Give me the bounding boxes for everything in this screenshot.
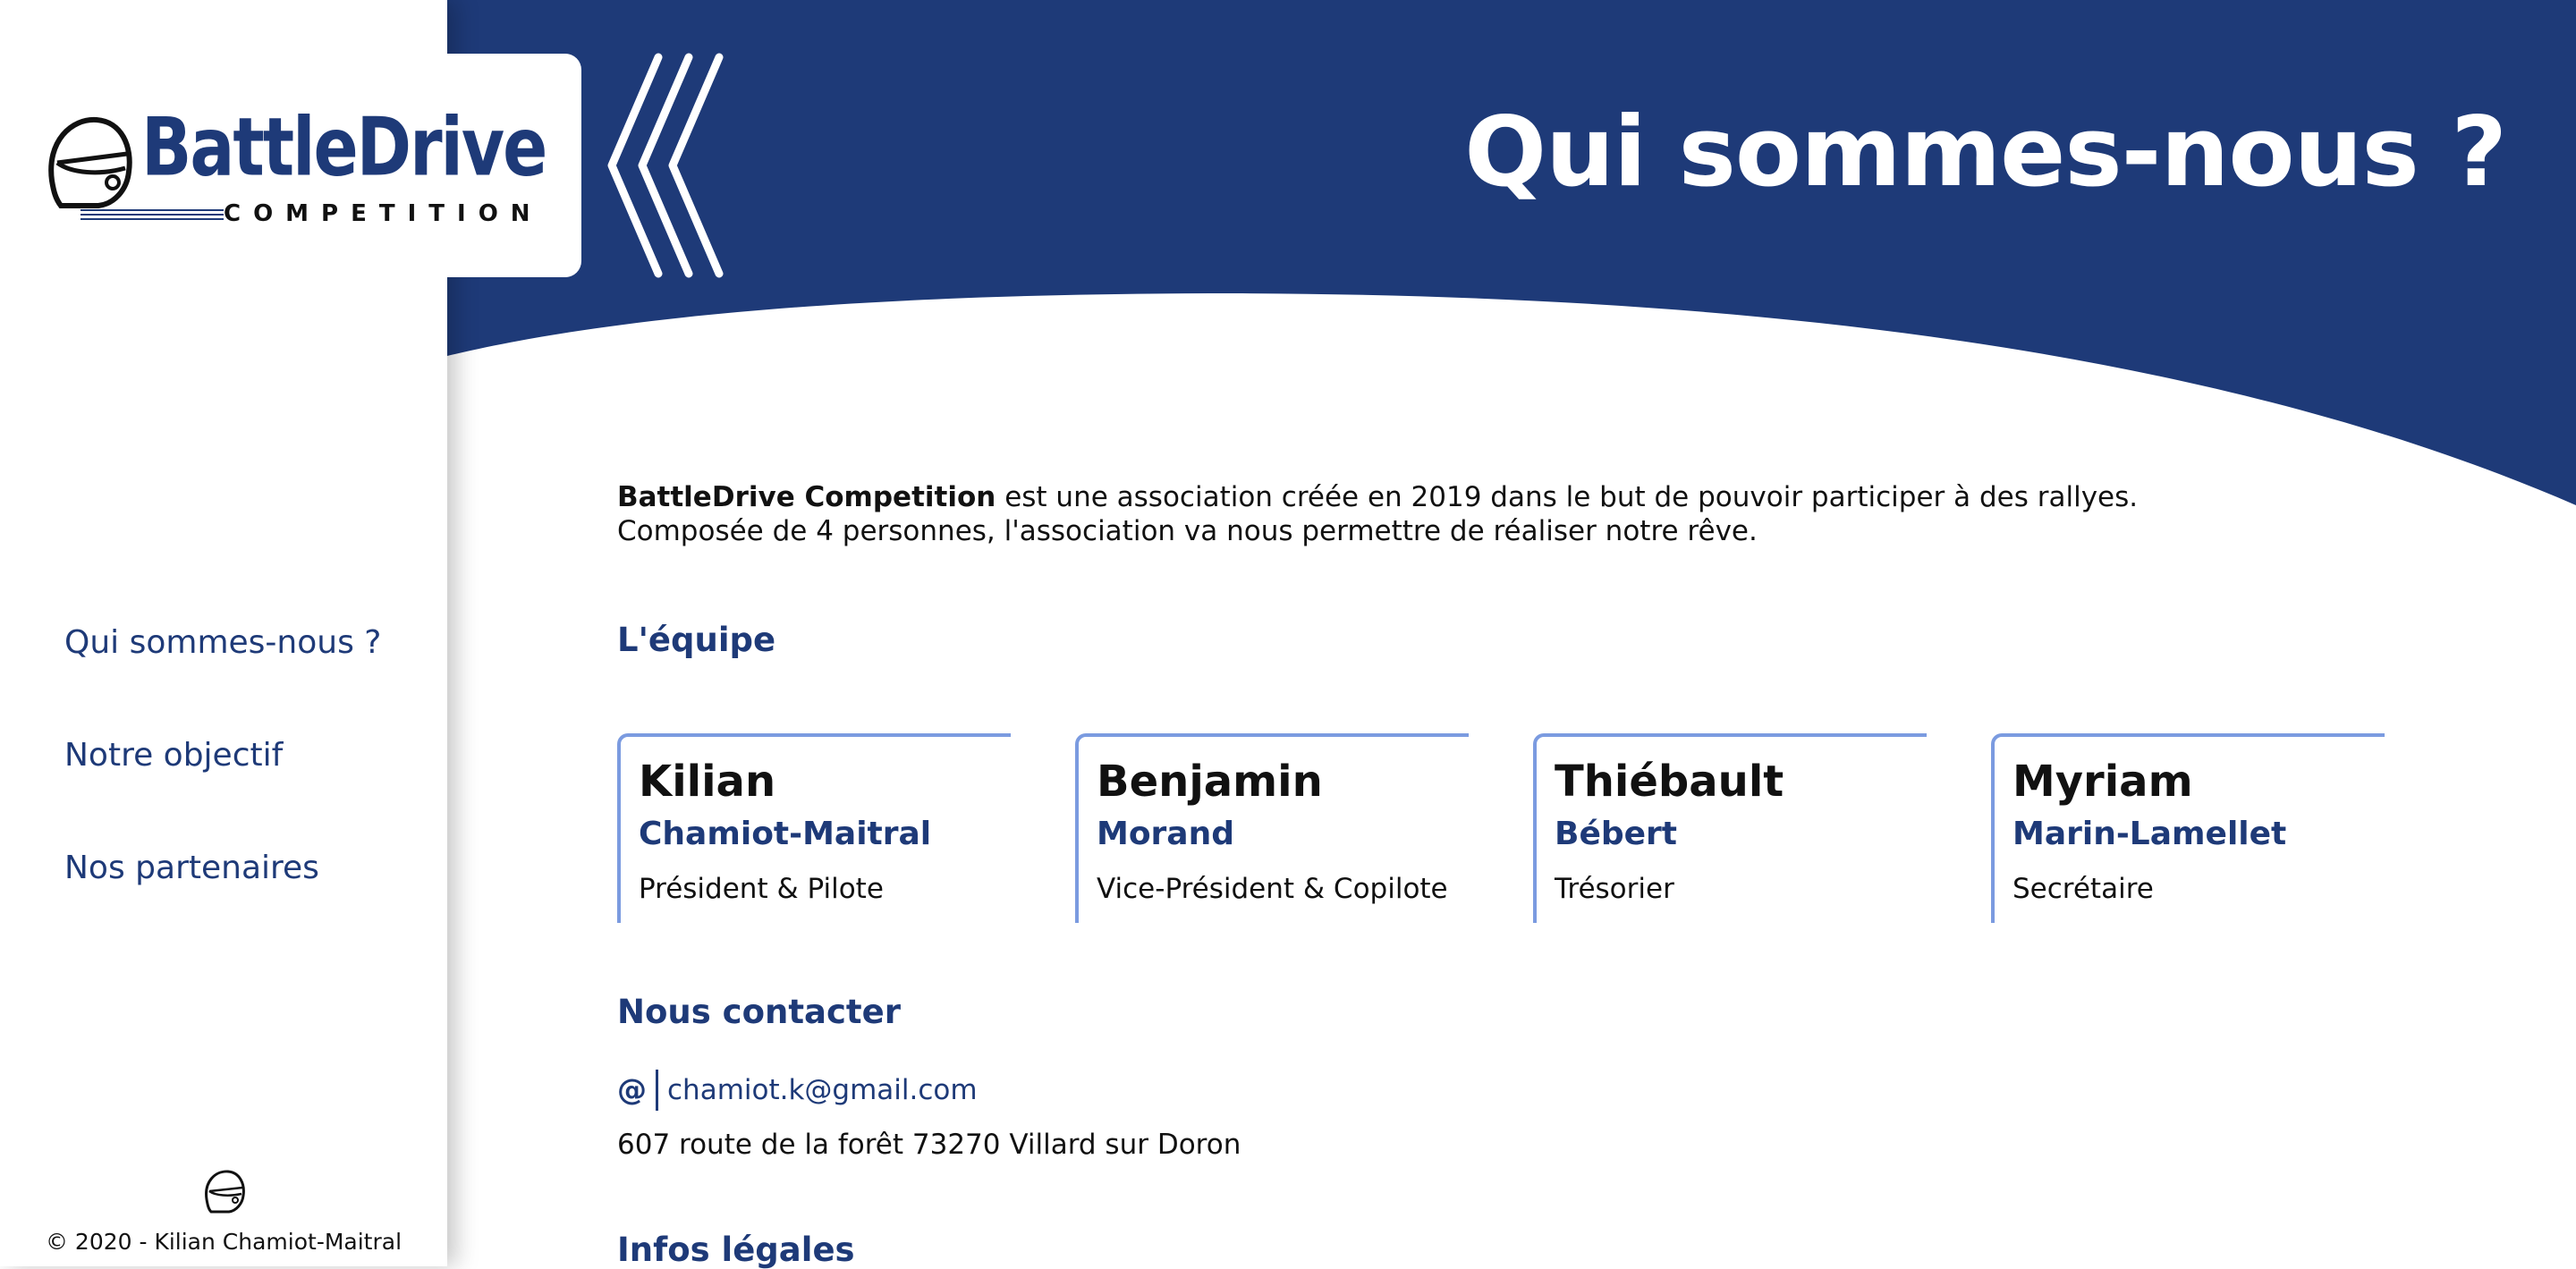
logo-tagline: COMPETITION	[224, 200, 543, 227]
member-role: Secrétaire	[2012, 873, 2154, 905]
legal-heading: Infos légales	[617, 1231, 855, 1269]
contact-heading: Nous contacter	[617, 993, 901, 1031]
contact-email-row: @ chamiot.k@gmail.com	[617, 1070, 978, 1111]
intro-line-1: BattleDrive Competition est une associat…	[617, 481, 2138, 513]
footer-copyright: © 2020 - Kilian Chamiot-Maitral	[45, 1229, 402, 1255]
team-heading: L'équipe	[617, 621, 776, 659]
email-link[interactable]: chamiot.k@gmail.com	[667, 1070, 978, 1111]
member-first-name: Thiébault	[1555, 757, 1784, 807]
intro-text: est une association créée en 2019 dans l…	[996, 481, 2139, 513]
member-first-name: Myriam	[2012, 757, 2193, 807]
member-card: Benjamin Morand Vice-Président & Copilot…	[1075, 733, 1469, 923]
chevron-left-icon	[607, 53, 724, 278]
member-last-name: Morand	[1097, 816, 1235, 852]
nav-item-qui-sommes-nous[interactable]: Qui sommes-nous ?	[64, 624, 381, 661]
helmet-icon	[205, 1170, 245, 1214]
page-title: Qui sommes-nous ?	[1464, 97, 2507, 208]
member-role: Vice-Président & Copilote	[1097, 873, 1448, 905]
member-card: Myriam Marin-Lamellet Secrétaire	[1991, 733, 2385, 923]
member-card: Kilian Chamiot-Maitral Président & Pilot…	[617, 733, 1011, 923]
member-last-name: Bébert	[1555, 816, 1678, 852]
logo-speed-lines	[80, 209, 224, 220]
nav-item-nos-partenaires[interactable]: Nos partenaires	[64, 850, 319, 886]
logo-wordmark: BattleDrive	[141, 100, 547, 195]
postal-address: 607 route de la forêt 73270 Villard sur …	[617, 1129, 1241, 1161]
nav-item-notre-objectif[interactable]: Notre objectif	[64, 737, 283, 774]
intro-brand-name: BattleDrive Competition	[617, 481, 996, 513]
at-icon: @	[617, 1070, 658, 1111]
helmet-icon	[48, 116, 132, 208]
member-card: Thiébault Bébert Trésorier	[1533, 733, 1927, 923]
member-last-name: Chamiot-Maitral	[639, 816, 932, 852]
logo[interactable]: BattleDrive COMPETITION	[0, 54, 581, 277]
member-role: Trésorier	[1555, 873, 1674, 905]
member-last-name: Marin-Lamellet	[2012, 816, 2287, 852]
intro-line-2: Composée de 4 personnes, l'association v…	[617, 515, 1758, 547]
member-first-name: Benjamin	[1097, 757, 1323, 807]
member-role: Président & Pilote	[639, 873, 884, 905]
member-first-name: Kilian	[639, 757, 776, 807]
